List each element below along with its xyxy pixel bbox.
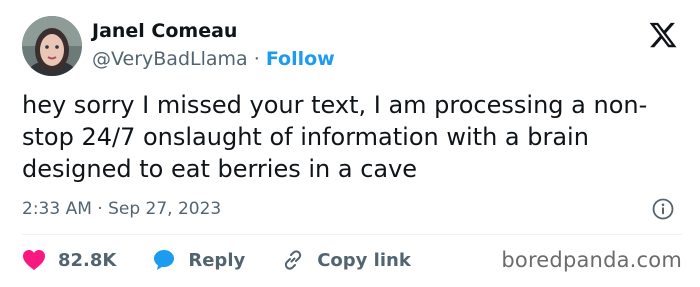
separator-dot: · — [253, 48, 260, 70]
author-name[interactable]: Janel Comeau — [92, 19, 237, 43]
action-bar: 82.8K Reply Copy link — [22, 246, 447, 274]
follow-button[interactable]: Follow — [266, 48, 335, 70]
tweet-timestamp[interactable]: 2:33 AM · Sep 27, 2023 — [22, 197, 221, 221]
tweet-card: Janel Comeau @VeryBadLlama · Follow hey … — [0, 0, 700, 287]
watermark: boredpanda.com — [501, 248, 682, 272]
copy-link-label: Copy link — [317, 249, 411, 271]
author-handle[interactable]: @VeryBadLlama — [92, 48, 248, 70]
copy-link-button[interactable]: Copy link — [281, 248, 411, 272]
tweet-text: hey sorry I missed your text, I am proce… — [22, 91, 648, 183]
x-logo-icon[interactable] — [648, 20, 678, 50]
like-count: 82.8K — [58, 249, 117, 271]
divider — [22, 234, 682, 235]
info-icon[interactable] — [652, 198, 674, 220]
reply-button[interactable]: Reply — [152, 248, 245, 272]
avatar[interactable] — [22, 16, 82, 76]
link-icon — [285, 250, 302, 270]
author-handle-row: @VeryBadLlama · Follow — [92, 47, 335, 71]
speech-bubble-icon — [154, 250, 175, 270]
reply-label: Reply — [188, 249, 246, 271]
heart-icon — [23, 250, 45, 270]
like-button[interactable]: 82.8K — [22, 249, 116, 271]
